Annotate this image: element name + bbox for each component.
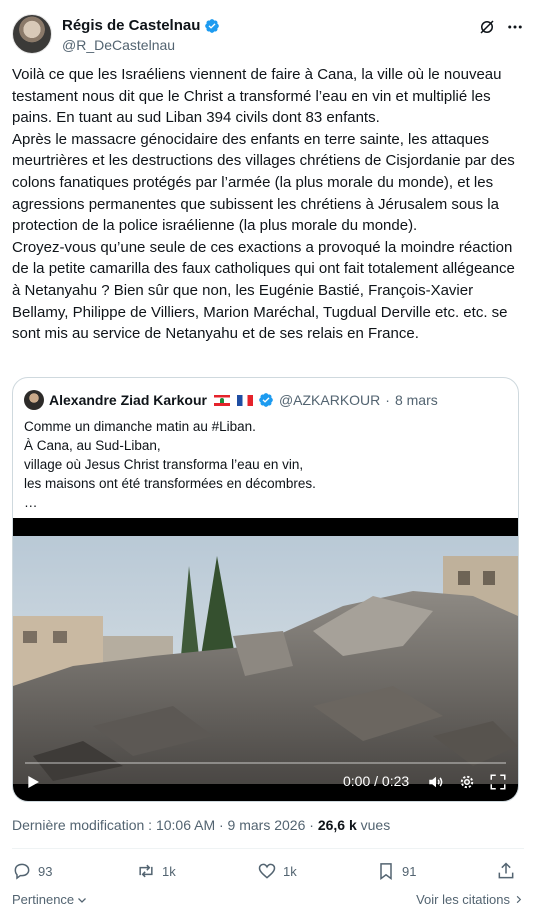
share-icon — [498, 862, 514, 879]
reply-button[interactable]: 93 — [12, 861, 52, 881]
quoted-author-avatar[interactable] — [24, 390, 44, 410]
play-icon[interactable] — [25, 774, 41, 790]
bookmark-count: 91 — [402, 863, 417, 879]
video-progress-bar[interactable] — [25, 762, 506, 764]
quoted-tweet[interactable]: Alexandre Ziad Karkour @AZKARKOUR · 8 ma… — [12, 377, 519, 802]
heart-icon — [258, 863, 276, 879]
sort-label: Pertinence — [12, 892, 75, 907]
tweet-header: Régis de Castelnau @R_DeCastelnau — [12, 14, 524, 56]
view-citations-link[interactable]: Voir les citations — [416, 892, 524, 907]
quoted-tweet-date[interactable]: 8 mars — [395, 392, 438, 408]
reply-icon — [14, 863, 30, 880]
bookmark-icon — [380, 863, 392, 880]
replies-footer: Pertinence Voir les citations — [12, 892, 524, 910]
video-player[interactable]: 0:00 / 0:23 — [13, 518, 518, 801]
like-button[interactable]: 1k — [257, 861, 297, 881]
lebanon-flag-icon — [213, 394, 230, 406]
citations-label: Voir les citations — [416, 892, 510, 907]
tweet-meta: Dernière modification : 10:06 AM · 9 mar… — [12, 817, 390, 833]
views-count: 26,6 k — [317, 817, 357, 833]
france-flag-icon — [236, 394, 253, 406]
video-time: 0:00 / 0:23 — [343, 773, 410, 789]
like-count: 1k — [283, 863, 297, 879]
author-handle[interactable]: @R_DeCastelnau — [62, 37, 175, 53]
sort-dropdown[interactable]: Pertinence — [12, 892, 88, 907]
video-frame-rubble — [13, 536, 518, 784]
quoted-tweet-header: Alexandre Ziad Karkour @AZKARKOUR · 8 ma… — [24, 389, 438, 411]
repost-count: 1k — [162, 863, 176, 879]
volume-icon[interactable] — [427, 773, 445, 791]
author-avatar[interactable] — [12, 14, 52, 54]
quoted-author-handle[interactable]: @AZKARKOUR — [279, 392, 380, 408]
bookmark-button[interactable]: 91 — [376, 861, 416, 881]
action-bar: 93 1k 1k 91 — [12, 861, 524, 885]
repost-button[interactable]: 1k — [136, 861, 176, 881]
views-label: vues — [356, 817, 391, 833]
verified-badge-icon — [205, 18, 220, 33]
fullscreen-icon[interactable] — [489, 773, 507, 791]
chevron-down-icon — [78, 897, 87, 903]
author-display-name[interactable]: Régis de Castelnau — [62, 17, 200, 34]
video-controls: 0:00 / 0:23 — [13, 762, 518, 801]
chevron-right-icon — [516, 895, 522, 904]
more-options-icon[interactable] — [506, 18, 524, 36]
grok-icon[interactable] — [478, 18, 496, 36]
gear-icon[interactable] — [458, 773, 476, 791]
quoted-tweet-text: Comme un dimanche matin au #Liban. À Can… — [24, 419, 316, 510]
quoted-author-name[interactable]: Alexandre Ziad Karkour — [49, 392, 207, 408]
separator-dot: · — [385, 392, 390, 408]
verified-badge-icon — [259, 393, 273, 407]
reply-count: 93 — [38, 863, 53, 879]
author-name-row: Régis de Castelnau — [62, 17, 220, 34]
divider — [12, 848, 524, 849]
tweet-text: Voilà ce que les Israéliens viennent de … — [12, 66, 515, 343]
modified-timestamp[interactable]: Dernière modification : 10:06 AM · 9 mar… — [12, 817, 318, 833]
repost-icon — [139, 864, 153, 878]
share-button[interactable] — [496, 861, 516, 881]
